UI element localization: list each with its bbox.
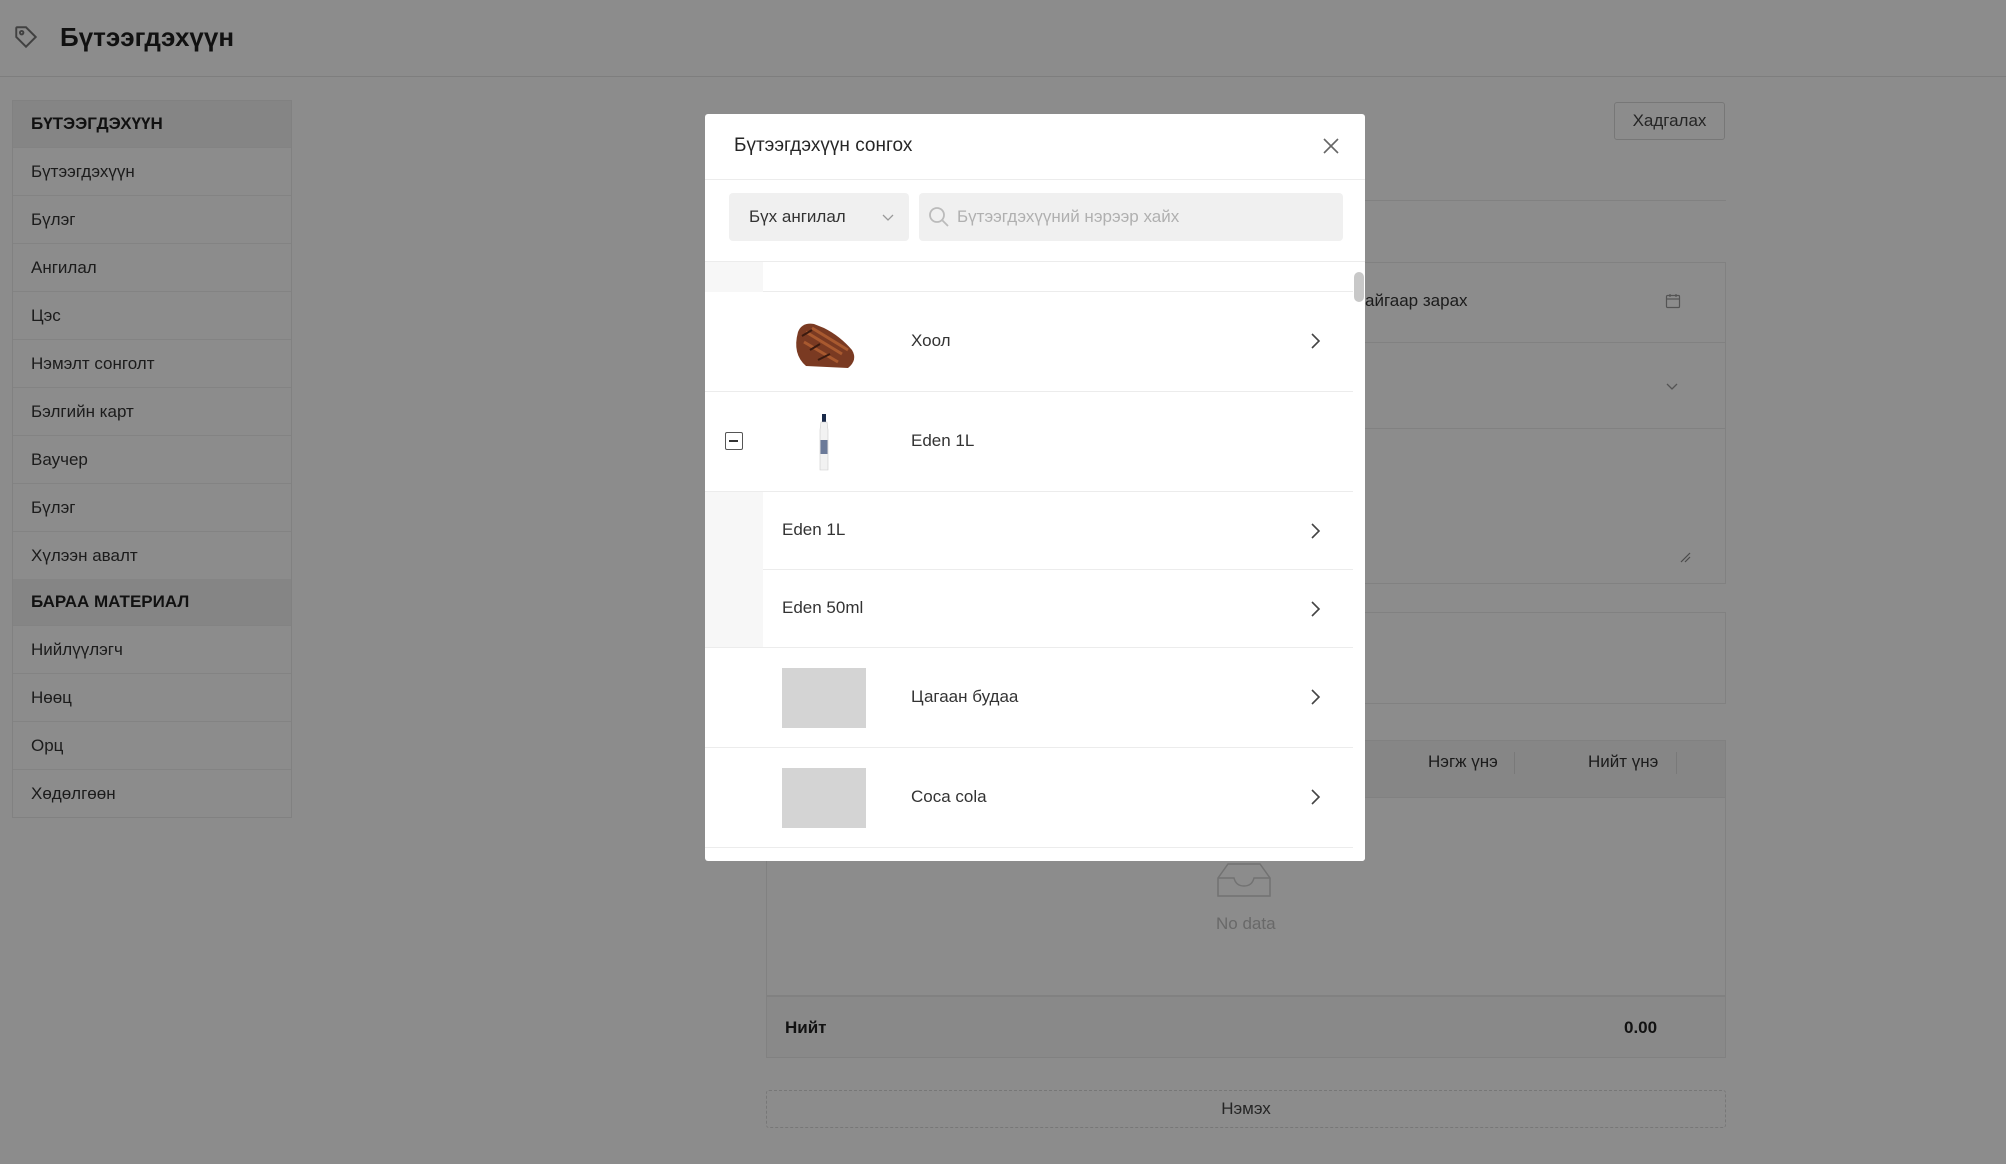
chevron-right-icon[interactable]: [1306, 600, 1324, 618]
list-item[interactable]: Цагаан будаа: [705, 648, 1353, 748]
product-name: Coca cola: [911, 787, 987, 806]
list-item[interactable]: Coca cola: [705, 748, 1353, 848]
list-item[interactable]: [705, 262, 1353, 292]
scrollbar-thumb[interactable]: [1354, 272, 1364, 302]
search-box: [919, 193, 1343, 241]
category-select[interactable]: Бүх ангилал: [729, 193, 909, 241]
product-image: [819, 414, 829, 471]
list-item[interactable]: Хоол: [705, 292, 1353, 392]
product-image-placeholder: [782, 768, 866, 828]
chevron-right-icon[interactable]: [1306, 332, 1324, 350]
product-image: [796, 323, 855, 368]
indent-area: [705, 262, 763, 292]
scrollbar-track[interactable]: [1353, 262, 1365, 861]
chevron-right-icon[interactable]: [1306, 688, 1324, 706]
filter-bar: Бүх ангилал: [705, 180, 1365, 262]
search-icon: [929, 207, 949, 227]
variant-name: Eden 1L: [782, 520, 846, 539]
modal-title: Бүтээгдэхүүн сонгох: [734, 135, 913, 156]
product-name: Цагаан будаа: [911, 687, 1019, 706]
indent-area: [705, 570, 763, 648]
close-button[interactable]: [1317, 132, 1345, 160]
collapse-toggle[interactable]: [725, 432, 743, 450]
product-list: Хоол Eden 1L Eden 1L Eden 50ml Цагаан бу…: [705, 262, 1353, 861]
modal-header: Бүтээгдэхүүн сонгох: [705, 114, 1365, 180]
variant-item[interactable]: Eden 50ml: [705, 570, 1353, 648]
variant-item[interactable]: Eden 1L: [705, 492, 1353, 570]
product-select-modal: Бүтээгдэхүүн сонгох Бүх ангилал Хоол: [705, 114, 1365, 861]
list-item-expanded[interactable]: Eden 1L: [705, 392, 1353, 492]
product-name: Хоол: [911, 331, 951, 350]
product-image-placeholder: [782, 668, 866, 728]
close-icon: [1323, 138, 1339, 154]
product-name: Eden 1L: [911, 431, 975, 450]
indent-area: [705, 492, 763, 570]
category-select-value: Бүх ангилал: [749, 207, 846, 226]
chevron-right-icon[interactable]: [1306, 788, 1324, 806]
chevron-down-icon: [882, 214, 894, 221]
variant-name: Eden 50ml: [782, 598, 864, 617]
search-input[interactable]: [957, 193, 1337, 241]
chevron-right-icon[interactable]: [1306, 522, 1324, 540]
